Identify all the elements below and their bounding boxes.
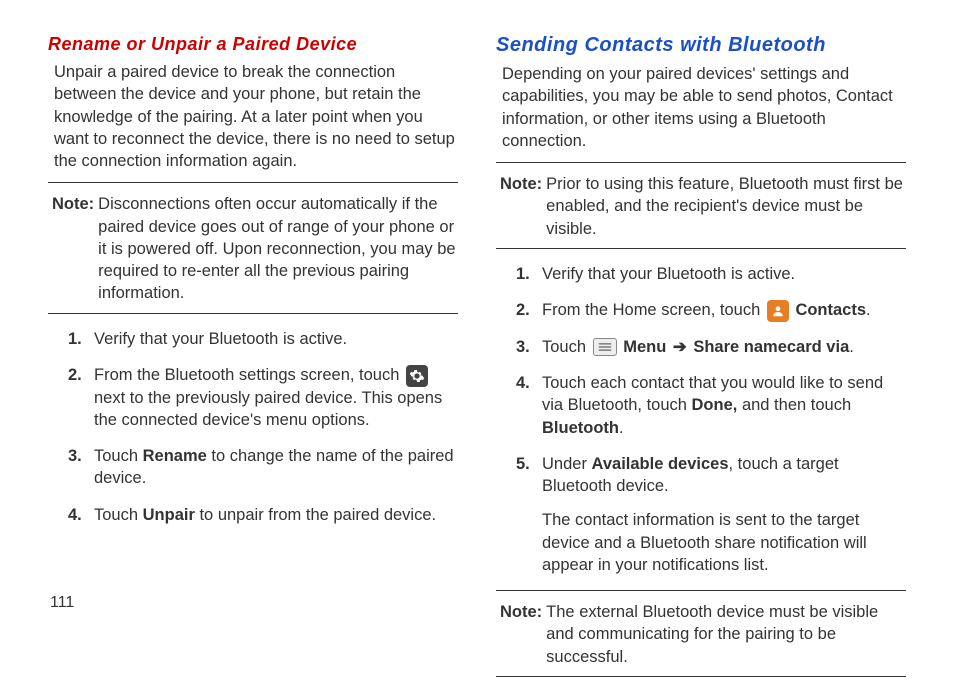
step-text: Verify that your Bluetooth is active. [542,263,906,285]
gear-icon [406,365,428,387]
step-subtext: The contact information is sent to the t… [542,509,906,576]
note-label: Note: [500,601,542,668]
step-number: 1. [516,263,542,285]
right-column: Sending Contacts with Bluetooth Dependin… [496,34,906,687]
list-item: 4. Touch each contact that you would lik… [516,372,906,439]
left-column: Rename or Unpair a Paired Device Unpair … [48,34,458,687]
menu-icon [593,338,617,356]
step-number: 2. [516,299,542,322]
list-item: 5. Under Available devices, touch a targ… [516,453,906,576]
text: . [866,301,871,319]
heading-rename-unpair: Rename or Unpair a Paired Device [48,34,458,55]
bold-text: Done, [692,396,738,414]
text: to unpair from the paired device. [195,506,436,524]
page-columns: Rename or Unpair a Paired Device Unpair … [48,34,906,687]
note-label: Note: [500,173,542,240]
step-number: 5. [516,453,542,576]
text: Touch [94,447,143,465]
text: From the Bluetooth settings screen, touc… [94,366,404,384]
intro-paragraph: Unpair a paired device to break the conn… [54,61,458,172]
list-item: 2. From the Bluetooth settings screen, t… [68,364,458,431]
divider [48,182,458,183]
step-text: From the Home screen, touch Contacts. [542,299,906,322]
step-text: Touch Rename to change the name of the p… [94,445,458,490]
note-block: Note: The external Bluetooth device must… [500,601,906,668]
list-item: 4. Touch Unpair to unpair from the paire… [68,504,458,526]
bold-text: Bluetooth [542,419,619,437]
page-number: 111 [50,594,74,612]
divider [496,248,906,249]
bold-text: Contacts [795,301,866,319]
list-item: 3. Touch Rename to change the name of th… [68,445,458,490]
step-number: 1. [68,328,94,350]
step-text: Under Available devices, touch a target … [542,453,906,576]
bold-text: Share namecard via [693,338,849,356]
step-text: Touch Unpair to unpair from the paired d… [94,504,458,526]
heading-sending-contacts: Sending Contacts with Bluetooth [496,34,906,57]
step-number: 2. [68,364,94,431]
text: Touch [542,338,591,356]
steps-list: 1. Verify that your Bluetooth is active.… [516,263,906,576]
list-item: 3. Touch Menu ➔ Share namecard via. [516,336,906,358]
text: and then touch [737,396,851,414]
text: . [849,338,854,356]
text: . [619,419,624,437]
bold-text: Unpair [143,506,195,524]
bold-text: Menu [623,338,666,356]
text: Touch [94,506,143,524]
note-body: The external Bluetooth device must be vi… [546,601,906,668]
divider [496,162,906,163]
divider [48,313,458,314]
steps-list: 1. Verify that your Bluetooth is active.… [68,328,458,526]
list-item: 1. Verify that your Bluetooth is active. [68,328,458,350]
text: Under [542,455,592,473]
step-text: Touch Menu ➔ Share namecard via. [542,336,906,358]
step-text: Verify that your Bluetooth is active. [94,328,458,350]
note-block: Note: Disconnections often occur automat… [52,193,458,304]
bold-text: Available devices [592,455,729,473]
list-item: 2. From the Home screen, touch Contacts. [516,299,906,322]
step-text: From the Bluetooth settings screen, touc… [94,364,458,431]
note-block: Note: Prior to using this feature, Bluet… [500,173,906,240]
text: next to the previously paired device. Th… [94,389,442,429]
step-number: 3. [68,445,94,490]
divider [496,590,906,591]
arrow-icon: ➔ [673,338,687,356]
note-label: Note: [52,193,94,304]
step-number: 4. [516,372,542,439]
bold-text: Rename [143,447,207,465]
step-text: Touch each contact that you would like t… [542,372,906,439]
step-number: 3. [516,336,542,358]
note-body: Prior to using this feature, Bluetooth m… [546,173,906,240]
divider [496,676,906,677]
intro-paragraph: Depending on your paired devices' settin… [502,63,906,152]
step-number: 4. [68,504,94,526]
note-body: Disconnections often occur automatically… [98,193,458,304]
text: From the Home screen, touch [542,301,765,319]
list-item: 1. Verify that your Bluetooth is active. [516,263,906,285]
contacts-icon [767,300,789,322]
